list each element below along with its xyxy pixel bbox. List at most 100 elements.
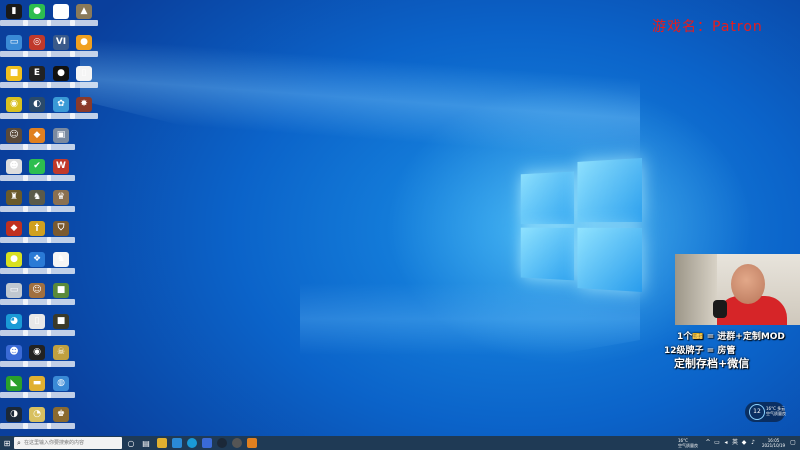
- desktop-shortcut[interactable]: ●: [70, 33, 98, 63]
- desktop-shortcut[interactable]: ■: [47, 312, 75, 342]
- desktop-shortcut[interactable]: ♞: [23, 188, 51, 218]
- shortcut-label: [70, 82, 98, 88]
- clock-game-icon: ◔: [29, 407, 45, 422]
- desktop-shortcut[interactable]: ♜: [0, 188, 28, 218]
- desktop-shortcut[interactable]: ▯: [70, 64, 98, 94]
- desktop-shortcut[interactable]: †: [23, 219, 51, 249]
- shortcut-label: [47, 206, 75, 212]
- desktop-shortcut[interactable]: ☠: [47, 343, 75, 373]
- shortcut-label: [70, 20, 98, 26]
- volume-icon[interactable]: ◂: [723, 440, 729, 446]
- file-explorer-icon[interactable]: [157, 438, 167, 448]
- start-button[interactable]: ⊞: [0, 436, 14, 450]
- windows-logo-pane: [577, 227, 642, 292]
- desktop-shortcut[interactable]: ❖: [23, 250, 51, 280]
- desktop-shortcut[interactable]: ■: [0, 64, 28, 94]
- desktop-shortcut[interactable]: ◕: [0, 312, 28, 342]
- search-icon: ⌕: [17, 438, 21, 447]
- clock[interactable]: 16:05 2021/10/19: [762, 438, 785, 448]
- desktop-shortcut[interactable]: VI: [47, 33, 75, 63]
- skull-icon: ☠: [53, 345, 69, 360]
- file-icon: ▯: [53, 4, 69, 19]
- desktop-shortcut[interactable]: ▭: [0, 281, 28, 311]
- desktop-shortcut[interactable]: ⛉: [47, 219, 75, 249]
- blue-bird-icon: ❖: [29, 252, 45, 267]
- desktop-shortcut[interactable]: ◎: [23, 33, 51, 63]
- obs-taskbar-icon[interactable]: [232, 438, 242, 448]
- desktop-shortcut[interactable]: ◍: [47, 374, 75, 404]
- desktop-shortcut[interactable]: ◐: [23, 95, 51, 125]
- windows-logo-pane: [577, 158, 642, 223]
- tray-weather-text: 空气质量良: [678, 443, 698, 448]
- steam-icon: ◑: [6, 407, 22, 422]
- desktop[interactable]: ▮ ● ▯ ▲ ▭ ◎ VI ● ■ E ● ▯ ◉ ◐ ✿ ✸ ☺ ◆ ▣ ☻ ✔ W ♜ ♞ ♛ ◆ † ⛉ ● ❖ ♞ ▭ ☺ ■ ◕ ▯ ■ ☻ ◉…: [0, 0, 800, 450]
- drive-icon: ▭: [6, 283, 22, 298]
- chevron-up-icon[interactable]: ^: [705, 440, 711, 446]
- dark-game-icon: ■: [53, 314, 69, 329]
- desktop-shortcut[interactable]: ☺: [23, 281, 51, 311]
- desktop-shortcut[interactable]: ☺: [0, 126, 28, 156]
- gear-game-icon: ✸: [76, 97, 92, 112]
- desktop-shortcut[interactable]: ☻: [0, 343, 28, 373]
- weather-line-2: 空气质量良: [766, 411, 786, 416]
- disc-icon: ◉: [6, 97, 22, 112]
- network-tray-icon[interactable]: ▭: [714, 440, 720, 446]
- shortcut-label: [70, 113, 98, 119]
- weather-text: 16°C 多云 空气质量良: [766, 406, 786, 416]
- desktop-shortcut[interactable]: ♞: [47, 250, 75, 280]
- desktop-shortcut[interactable]: ✿: [47, 95, 75, 125]
- desktop-shortcut[interactable]: ◉: [23, 343, 51, 373]
- game-taskbar-icon[interactable]: [247, 438, 257, 448]
- desktop-shortcut[interactable]: ●: [0, 250, 28, 280]
- desktop-shortcut[interactable]: ♛: [47, 188, 75, 218]
- desktop-icon-grid: ▮ ● ▯ ▲ ▭ ◎ VI ● ■ E ● ▯ ◉ ◐ ✿ ✸ ☺ ◆ ▣ ☻ ✔ W ♜ ♞ ♛ ◆ † ⛉ ● ❖ ♞ ▭ ☺ ■ ◕ ▯ ■ ☻ ◉…: [0, 0, 100, 436]
- w-game-icon: W: [53, 159, 69, 174]
- speaker-tray-icon[interactable]: ♪: [750, 440, 756, 446]
- edge-taskbar-icon[interactable]: [187, 438, 197, 448]
- tray-weather[interactable]: 16°C 空气质量良: [678, 438, 698, 448]
- desktop-shortcut[interactable]: ▲: [70, 2, 98, 32]
- security-tray-icon[interactable]: ◆: [741, 440, 747, 446]
- taskbar-search[interactable]: ⌕: [14, 437, 122, 449]
- shortcut-label: [47, 237, 75, 243]
- desktop-shortcut[interactable]: ◑: [0, 405, 28, 435]
- desktop-shortcut[interactable]: W: [47, 157, 75, 187]
- ime-icon[interactable]: 英: [732, 440, 738, 446]
- character-icon: ☺: [6, 128, 22, 143]
- desktop-shortcut[interactable]: ◆: [0, 219, 28, 249]
- desktop-shortcut[interactable]: ▬: [23, 374, 51, 404]
- store-icon[interactable]: [172, 438, 182, 448]
- desktop-shortcut[interactable]: ▯: [47, 2, 75, 32]
- desktop-shortcut[interactable]: ◣: [0, 374, 28, 404]
- overlay-line-1: 1个🎫 = 进群+定制MOD: [677, 332, 785, 342]
- desktop-shortcut[interactable]: ✔: [23, 157, 51, 187]
- desktop-shortcut[interactable]: ▣: [47, 126, 75, 156]
- shield-game-icon: ⛉: [53, 221, 69, 236]
- steam-taskbar-icon[interactable]: [217, 438, 227, 448]
- desktop-shortcut[interactable]: ◉: [0, 95, 28, 125]
- shortcut-label: [70, 51, 98, 57]
- epic-games-icon: E: [29, 66, 45, 81]
- desktop-shortcut[interactable]: ♚: [47, 405, 75, 435]
- helmet-icon: ♛: [53, 190, 69, 205]
- desktop-shortcut[interactable]: ▯: [23, 312, 51, 342]
- weather-number: 12: [749, 404, 765, 420]
- desktop-shortcut[interactable]: ✸: [70, 95, 98, 125]
- desktop-shortcut[interactable]: ▮: [0, 2, 28, 32]
- desktop-shortcut[interactable]: E: [23, 64, 51, 94]
- shortcut-label: [47, 330, 75, 336]
- notification-icon[interactable]: ▢: [790, 440, 796, 446]
- desktop-shortcut[interactable]: ●: [23, 2, 51, 32]
- desktop-shortcut[interactable]: ◆: [23, 126, 51, 156]
- desktop-shortcut[interactable]: ■: [47, 281, 75, 311]
- desktop-shortcut[interactable]: ☻: [0, 157, 28, 187]
- search-input[interactable]: [24, 438, 118, 448]
- task-view-button[interactable]: ▤: [139, 436, 153, 450]
- cortana-button[interactable]: ○: [124, 436, 138, 450]
- desktop-shortcut[interactable]: ●: [47, 64, 75, 94]
- weather-widget[interactable]: 12 16°C 多云 空气质量良: [745, 402, 786, 422]
- mail-icon[interactable]: [202, 438, 212, 448]
- photo-icon: ▲: [76, 4, 92, 19]
- desktop-shortcut[interactable]: ◔: [23, 405, 51, 435]
- desktop-shortcut[interactable]: ▭: [0, 33, 28, 63]
